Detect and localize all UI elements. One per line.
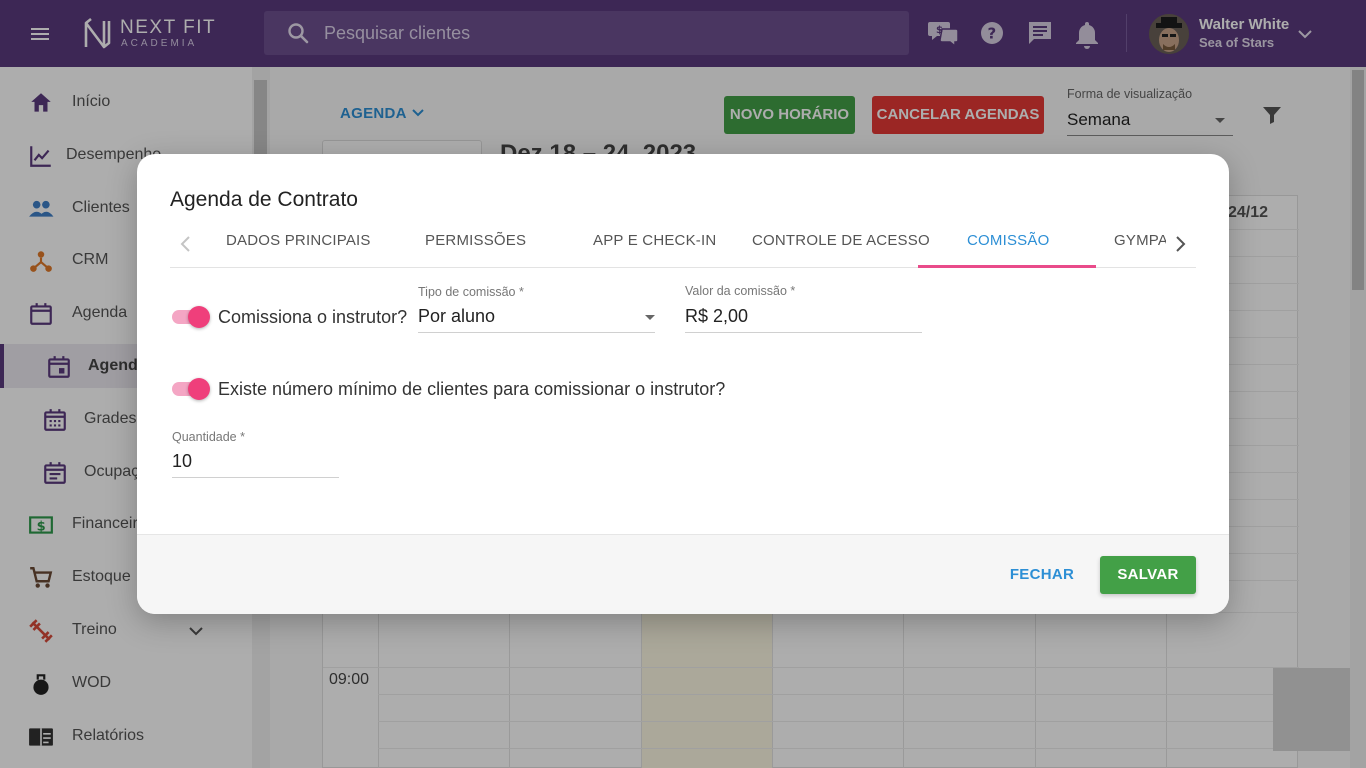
dialog-title: Agenda de Contrato — [170, 188, 358, 211]
comissiona-instrutor-toggle[interactable] — [172, 305, 210, 329]
toggle-knob — [188, 306, 210, 328]
quantidade-value: 10 — [172, 451, 193, 471]
tab-gympass[interactable]: GYMPASS — [1114, 232, 1166, 249]
quantidade-input[interactable]: 10 — [172, 448, 339, 478]
salvar-button[interactable]: SALVAR — [1100, 556, 1196, 594]
agenda-contrato-dialog: Agenda de Contrato DADOS PRINCIPAIS PERM… — [137, 154, 1229, 614]
minimo-clientes-label: Existe número mínimo de clientes para co… — [218, 379, 726, 399]
tipo-comissao-label: Tipo de comissão * — [418, 285, 524, 299]
tab-bar: DADOS PRINCIPAIS PERMISSÕES APP E CHECK-… — [170, 222, 1196, 268]
tab-app-check-in[interactable]: APP E CHECK-IN — [593, 232, 716, 249]
tipo-comissao-value: Por aluno — [418, 306, 496, 326]
minimo-clientes-toggle[interactable] — [172, 377, 210, 401]
tab-controle-de-acesso[interactable]: CONTROLE DE ACESSO — [752, 232, 930, 249]
tab-dados-principais[interactable]: DADOS PRINCIPAIS — [226, 232, 371, 249]
tipo-comissao-select[interactable]: Por aluno — [418, 303, 655, 333]
tab-comissao[interactable]: COMISSÃO — [967, 232, 1049, 249]
dialog-footer: FECHAR SALVAR — [137, 534, 1229, 614]
quantidade-label: Quantidade * — [172, 430, 245, 444]
chevron-left-icon[interactable] — [174, 232, 198, 256]
toggle-knob — [188, 378, 210, 400]
chevron-right-icon[interactable] — [1168, 232, 1192, 256]
valor-comissao-input[interactable]: R$ 2,00 — [685, 303, 922, 333]
valor-comissao-value: R$ 2,00 — [685, 306, 749, 326]
active-tab-indicator — [918, 265, 1096, 268]
tab-overflow-clip: GYMPASS — [1114, 222, 1166, 266]
valor-comissao-label: Valor da comissão * — [685, 284, 796, 298]
comissiona-instrutor-label: Comissiona o instrutor? — [218, 307, 408, 327]
caret-down-icon — [645, 315, 655, 320]
fechar-button[interactable]: FECHAR — [1003, 556, 1081, 594]
tab-permissoes[interactable]: PERMISSÕES — [425, 232, 526, 249]
